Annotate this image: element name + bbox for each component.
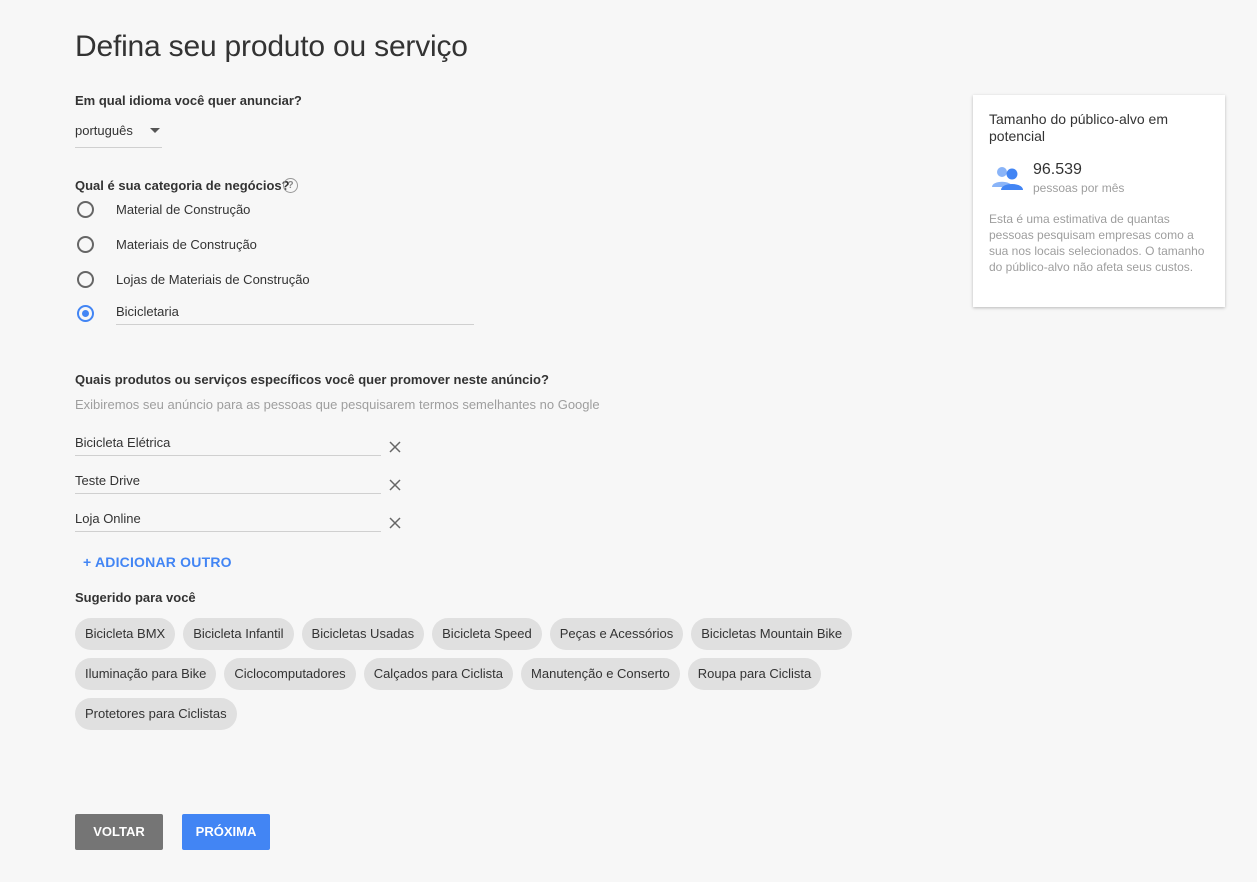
product-field[interactable]: Loja Online [75,509,381,532]
suggestion-chip[interactable]: Calçados para Ciclista [363,658,514,690]
suggestion-chip[interactable]: Bicicletas Usadas [301,618,425,650]
audience-title: Tamanho do público-alvo em potencial [989,111,1168,144]
close-icon[interactable] [388,516,402,530]
back-button[interactable]: VOLTAR [75,814,163,850]
close-icon[interactable] [388,440,402,454]
category-option-1[interactable]: Materiais de Construção [77,233,257,255]
suggestion-chip[interactable]: Bicicleta BMX [75,618,176,650]
category-option-0[interactable]: Material de Construção [77,198,250,220]
suggestion-chip[interactable]: Manutenção e Conserto [521,658,680,690]
suggestion-chips: Bicicleta BMX Bicicleta Infantil Bicicle… [75,618,875,738]
radio-button[interactable] [77,270,94,288]
audience-unit: pessoas por mês [1033,181,1125,195]
suggestion-chip[interactable]: Ciclocomputadores [224,658,356,690]
page-title: Defina seu produto ou serviço [75,30,468,63]
products-hint: Exibiremos seu anúncio para as pessoas q… [75,397,600,412]
close-icon[interactable] [388,478,402,492]
suggestion-chip[interactable]: Bicicletas Mountain Bike [691,618,853,650]
suggestions-title: Sugerido para você [75,590,196,605]
radio-label: Material de Construção [116,201,251,217]
product-value: Loja Online [75,511,141,526]
suggestion-chip[interactable]: Bicicleta Infantil [183,618,294,650]
chevron-down-icon [150,128,160,133]
help-icon[interactable]: ? [283,178,298,193]
product-field[interactable]: Teste Drive [75,471,381,494]
people-icon [992,167,1023,190]
chip-row: Protetores para Ciclistas [75,698,875,730]
product-value: Teste Drive [75,473,141,488]
product-field[interactable]: Bicicleta Elétrica [75,433,381,456]
audience-card: Tamanho do público-alvo em potencial 96.… [973,95,1225,307]
audience-note: Esta é uma estimativa de quantas pessoas… [989,212,1205,274]
suggestion-chip[interactable]: Protetores para Ciclistas [75,698,237,730]
category-option-3[interactable] [77,302,94,324]
product-value: Bicicleta Elétrica [75,435,171,450]
chip-row: Iluminação para Bike Ciclocomputadores C… [75,658,875,690]
category-custom-value: Bicicletaria [116,304,179,319]
chip-row: Bicicleta BMX Bicicleta Infantil Bicicle… [75,618,875,650]
language-select[interactable]: português [75,120,162,148]
suggestion-chip[interactable]: Roupa para Ciclista [687,658,822,690]
next-button[interactable]: PRÓXIMA [182,814,270,850]
language-select-value: português [75,123,133,138]
radio-label: Materiais de Construção [116,236,257,252]
radio-label: Lojas de Materiais de Construção [116,271,310,287]
suggestion-chip[interactable]: Peças e Acessórios [549,618,684,650]
audience-stat: 96.539 pessoas por mês [991,161,1211,201]
radio-button[interactable] [77,200,94,218]
category-custom-field[interactable]: Bicicletaria [116,304,474,325]
language-question: Em qual idioma você quer anunciar? [75,93,302,108]
add-another-link[interactable]: + ADICIONAR OUTRO [83,554,232,570]
category-option-2[interactable]: Lojas de Materiais de Construção [77,268,310,290]
suggestion-chip[interactable]: Iluminação para Bike [75,658,217,690]
products-question: Quais produtos ou serviços específicos v… [75,372,549,387]
category-question: Qual é sua categoria de negócios? [75,178,290,193]
suggestion-chip[interactable]: Bicicleta Speed [432,618,542,650]
radio-button[interactable] [77,235,94,253]
audience-value: 96.539 [1033,161,1082,178]
radio-button-selected[interactable] [77,304,94,322]
